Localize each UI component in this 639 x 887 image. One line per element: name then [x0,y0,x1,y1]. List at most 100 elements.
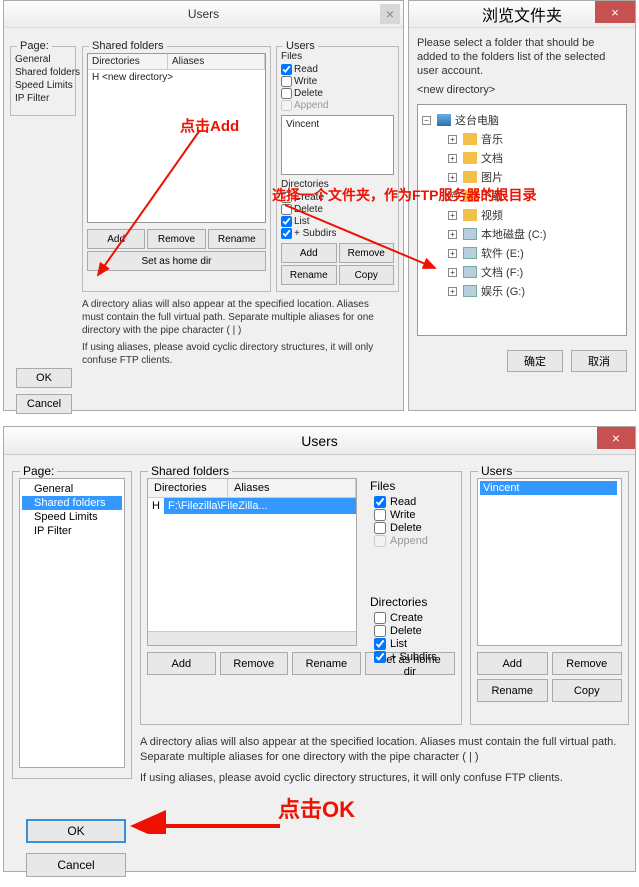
write-label: Write [294,76,317,87]
add-button[interactable]: Add [147,652,216,675]
user-list[interactable]: Vincent [281,115,394,175]
expand-icon[interactable]: + [448,249,457,258]
item-label: 文档 (F:) [481,264,523,280]
item-label: 视频 [481,207,503,223]
dir-row[interactable]: H F:\Filezilla\FileZilla... [148,498,356,514]
col-aliases[interactable]: Aliases [168,54,265,69]
expand-icon[interactable]: + [448,230,457,239]
page-item[interactable]: General [15,53,71,66]
user-item[interactable]: Vincent [284,118,321,131]
expand-icon[interactable]: + [448,268,457,277]
dir-row[interactable]: H <new directory> [88,70,265,85]
shared-folders-group: Shared folders Directories Aliases H <ne… [82,46,271,292]
dir-path[interactable]: F:\Filezilla\FileZilla... [164,498,356,514]
tree-item[interactable]: +娱乐 (G:) [422,283,622,299]
create-checkbox[interactable] [374,612,386,624]
user-add-button[interactable]: Add [477,652,548,675]
tree-item[interactable]: +文档 [422,150,622,166]
expand-icon[interactable]: + [448,173,457,182]
read-checkbox[interactable] [281,64,292,75]
user-add-button[interactable]: Add [281,243,337,263]
delete-checkbox[interactable] [281,88,292,99]
drive-icon [463,228,477,240]
page-list[interactable]: General Shared folders Speed Limits IP F… [19,478,125,768]
list-checkbox[interactable] [374,638,386,650]
tree-item[interactable]: + 图片 [422,169,622,185]
list-checkbox[interactable] [281,216,292,227]
ok-button[interactable]: OK [16,368,72,388]
page-general[interactable]: General [22,482,122,496]
directories-table[interactable]: Directories Aliases H F:\Filezilla\FileZ… [147,478,357,646]
set-home-button[interactable]: Set as home dir [87,251,266,271]
remove-button[interactable]: Remove [147,229,205,249]
expand-icon[interactable]: + [448,154,457,163]
close-icon[interactable]: × [595,1,635,23]
directories-table[interactable]: Directories Aliases H <new directory> [87,53,266,223]
subdirs-checkbox[interactable] [374,651,386,663]
page-item[interactable]: IP Filter [15,92,71,105]
ok-button[interactable]: 确定 [507,350,563,372]
tree-item[interactable]: +软件 (E:) [422,245,622,261]
expand-icon[interactable]: + [448,192,457,201]
dir-header: Directories Aliases [88,54,265,70]
user-remove-button[interactable]: Remove [552,652,623,675]
browse-folder-dialog: 浏览文件夹 × Please select a folder that shou… [408,0,636,411]
user-copy-button[interactable]: Copy [552,679,623,702]
close-icon[interactable]: × [597,427,635,449]
subdirs-checkbox[interactable] [281,228,292,239]
user-rename-button[interactable]: Rename [281,265,337,285]
tree-item[interactable]: +下载 [422,188,622,204]
expand-icon[interactable]: + [448,211,457,220]
user-item[interactable]: Vincent [480,481,617,495]
user-list[interactable]: Vincent [477,478,622,646]
col-directories[interactable]: Directories [88,54,168,69]
help-text: A directory alias will also appear at th… [140,735,630,786]
close-icon[interactable]: × [380,4,400,24]
delete-dir-checkbox[interactable] [281,204,292,215]
folder-icon [463,171,477,183]
read-checkbox[interactable] [374,496,386,508]
help1: A directory alias will also appear at th… [140,735,630,765]
page-list[interactable]: General Shared folders Speed Limits IP F… [15,53,71,105]
tree-item[interactable]: + 音乐 [422,131,622,147]
tree-root[interactable]: −这台电脑 [422,112,622,128]
scrollbar[interactable] [148,631,356,645]
page-item[interactable]: Shared folders [15,66,71,79]
delete-dir-label: Delete [294,204,323,215]
add-button[interactable]: Add [87,229,145,249]
user-remove-button[interactable]: Remove [339,243,395,263]
page-item[interactable]: Speed Limits [15,79,71,92]
page-group: Page: General Shared folders Speed Limit… [10,46,76,116]
collapse-icon[interactable]: − [422,116,431,125]
item-label: 音乐 [481,131,503,147]
ok-button[interactable]: OK [26,819,126,843]
rename-button[interactable]: Rename [208,229,266,249]
users-group: Users Vincent Add Remove Rename Copy [470,471,629,725]
item-label: 图片 [481,169,503,185]
col-directories[interactable]: Directories [148,479,228,497]
cancel-button[interactable]: 取消 [571,350,627,372]
delete-checkbox[interactable] [374,522,386,534]
page-shared-folders[interactable]: Shared folders [22,496,122,510]
write-checkbox[interactable] [374,509,386,521]
create-checkbox[interactable] [281,192,292,203]
cancel-button[interactable]: Cancel [26,853,126,877]
user-rename-button[interactable]: Rename [477,679,548,702]
folder-tree[interactable]: −这台电脑 + 音乐 +文档 + 图片 +下载 + 视频 +本地磁盘 (C:) +软件… [417,104,627,336]
help1: A directory alias will also appear at th… [82,298,392,337]
tree-item[interactable]: + 视频 [422,207,622,223]
remove-button[interactable]: Remove [220,652,289,675]
delete-dir-checkbox[interactable] [374,625,386,637]
tree-item[interactable]: + 文档 (F:) [422,264,622,280]
page-speed-limits[interactable]: Speed Limits [22,510,122,524]
expand-icon[interactable]: + [448,135,457,144]
user-copy-button[interactable]: Copy [339,265,395,285]
write-checkbox[interactable] [281,76,292,87]
page-ip-filter[interactable]: IP Filter [22,524,122,538]
cancel-button[interactable]: Cancel [16,394,72,414]
col-aliases[interactable]: Aliases [228,479,356,497]
read-label: Read [390,496,416,508]
expand-icon[interactable]: + [448,287,457,296]
tree-item[interactable]: +本地磁盘 (C:) [422,226,622,242]
rename-button[interactable]: Rename [292,652,361,675]
